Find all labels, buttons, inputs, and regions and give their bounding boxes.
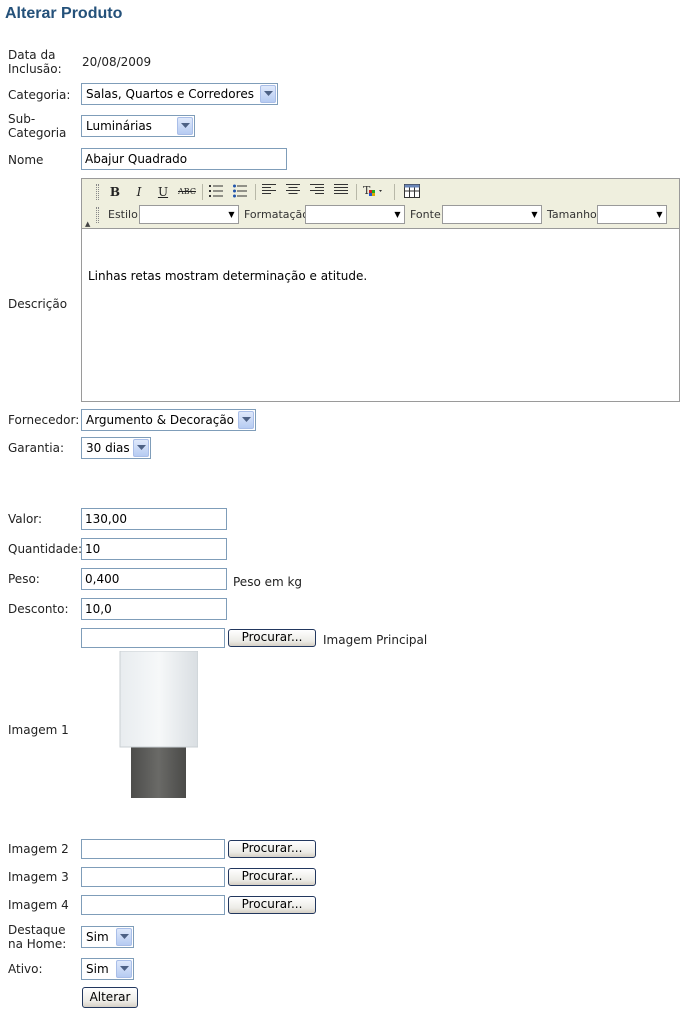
label-quantidade: Quantidade: [8,542,83,556]
editor-toolbar: ▲ B I U ABC T Estilo ▼ Formatação ▼ Font… [82,179,679,229]
label-descricao: Descrição [8,297,68,311]
ativo-select[interactable]: Sim [81,958,134,980]
chevron-down-icon [238,411,254,429]
toolbar-separator [356,184,357,200]
imagem-principal-label: Imagem Principal [323,633,428,647]
fornecedor-selected: Argumento & Decoração [86,413,235,427]
peso-input[interactable]: 0,400 [81,568,227,590]
dropdown-arrow-icon: ▼ [531,210,538,219]
sub-categoria-select[interactable]: Luminárias [81,115,195,137]
label-imagem1: Imagem 1 [8,723,69,737]
chevron-down-icon [116,928,132,946]
strikethrough-icon[interactable]: ABC [178,184,196,200]
align-left-icon[interactable] [260,184,278,200]
toolbar-separator [394,184,395,200]
estilo-combo[interactable]: ▼ [139,205,239,224]
rich-text-editor[interactable]: ▲ B I U ABC T Estilo ▼ Formatação ▼ Font… [81,178,680,402]
garantia-select[interactable]: 30 dias [81,437,151,459]
fonte-label: Fonte [410,208,441,221]
toolbar-separator [202,184,203,200]
data-inclusao-value: 20/08/2009 [82,55,152,69]
italic-icon[interactable]: I [130,184,148,200]
fornecedor-select[interactable]: Argumento & Decoração [81,409,256,431]
peso-hint: Peso em kg [233,575,303,589]
procurar-imagem3-button[interactable]: Procurar... [228,868,316,886]
imagem2-file-input[interactable] [81,839,225,859]
label-fornecedor: Fornecedor: [8,413,80,427]
formatacao-label: Formatação [244,208,310,221]
imagem-principal-file-input[interactable] [81,628,225,648]
ativo-selected: Sim [86,962,109,976]
nome-input[interactable]: Abajur Quadrado [81,148,287,170]
product-thumbnail [118,650,199,798]
label-desconto: Desconto: [8,602,69,616]
text-color-icon[interactable]: T [362,184,388,200]
toolbar-separator [255,184,256,200]
table-icon[interactable] [403,184,421,200]
collapse-toolbar-icon[interactable]: ▲ [85,220,90,228]
label-ativo: Ativo: [8,962,43,976]
bold-icon[interactable]: B [106,184,124,200]
label-data-inclusao: Data da Inclusão: [8,48,62,76]
garantia-selected: 30 dias [86,441,130,455]
tamanho-combo[interactable]: ▼ [597,205,667,224]
dropdown-arrow-icon: ▼ [228,210,235,219]
imagem4-file-input[interactable] [81,895,225,915]
label-destaque: Destaque na Home: [8,923,67,951]
desconto-input[interactable]: 10,0 [81,598,227,620]
estilo-label: Estilo [108,208,138,221]
ordered-list-icon[interactable] [207,184,225,200]
categoria-selected: Salas, Quartos e Corredores [86,87,254,101]
destaque-select[interactable]: Sim [81,926,134,948]
label-nome: Nome [8,153,44,167]
toolbar-grip-icon[interactable] [96,207,99,223]
procurar-imagem4-button[interactable]: Procurar... [228,896,316,914]
categoria-select[interactable]: Salas, Quartos e Corredores [81,83,278,105]
unordered-list-icon[interactable] [231,184,249,200]
label-imagem2: Imagem 2 [8,842,69,856]
underline-icon[interactable]: U [154,184,172,200]
alterar-button[interactable]: Alterar [82,987,138,1008]
valor-input[interactable]: 130,00 [81,508,227,530]
label-categoria: Categoria: [8,88,71,102]
label-peso: Peso: [8,572,40,586]
tamanho-label: Tamanho [547,208,597,221]
align-justify-icon[interactable] [332,184,350,200]
chevron-down-icon [116,960,132,978]
quantidade-input[interactable]: 10 [81,538,227,560]
label-sub-categoria: Sub-Categoria [8,112,67,140]
page-title: Alterar Produto [5,5,123,22]
label-imagem4: Imagem 4 [8,898,69,912]
chevron-down-icon [260,85,276,103]
align-right-icon[interactable] [308,184,326,200]
label-valor: Valor: [8,512,43,526]
label-garantia: Garantia: [8,441,64,455]
destaque-selected: Sim [86,930,109,944]
sub-categoria-selected: Luminárias [86,119,152,133]
procurar-imagem-principal-button[interactable]: Procurar... [228,629,316,647]
dropdown-arrow-icon: ▼ [394,210,401,219]
chevron-down-icon [177,117,193,135]
toolbar-grip-icon[interactable] [96,184,99,200]
align-center-icon[interactable] [284,184,302,200]
procurar-imagem2-button[interactable]: Procurar... [228,840,316,858]
label-imagem3: Imagem 3 [8,870,69,884]
fonte-combo[interactable]: ▼ [442,205,542,224]
formatacao-combo[interactable]: ▼ [305,205,405,224]
imagem3-file-input[interactable] [81,867,225,887]
editor-content[interactable]: Linhas retas mostram determinação e atit… [88,269,367,283]
chevron-down-icon [133,439,149,457]
dropdown-arrow-icon: ▼ [656,210,663,219]
